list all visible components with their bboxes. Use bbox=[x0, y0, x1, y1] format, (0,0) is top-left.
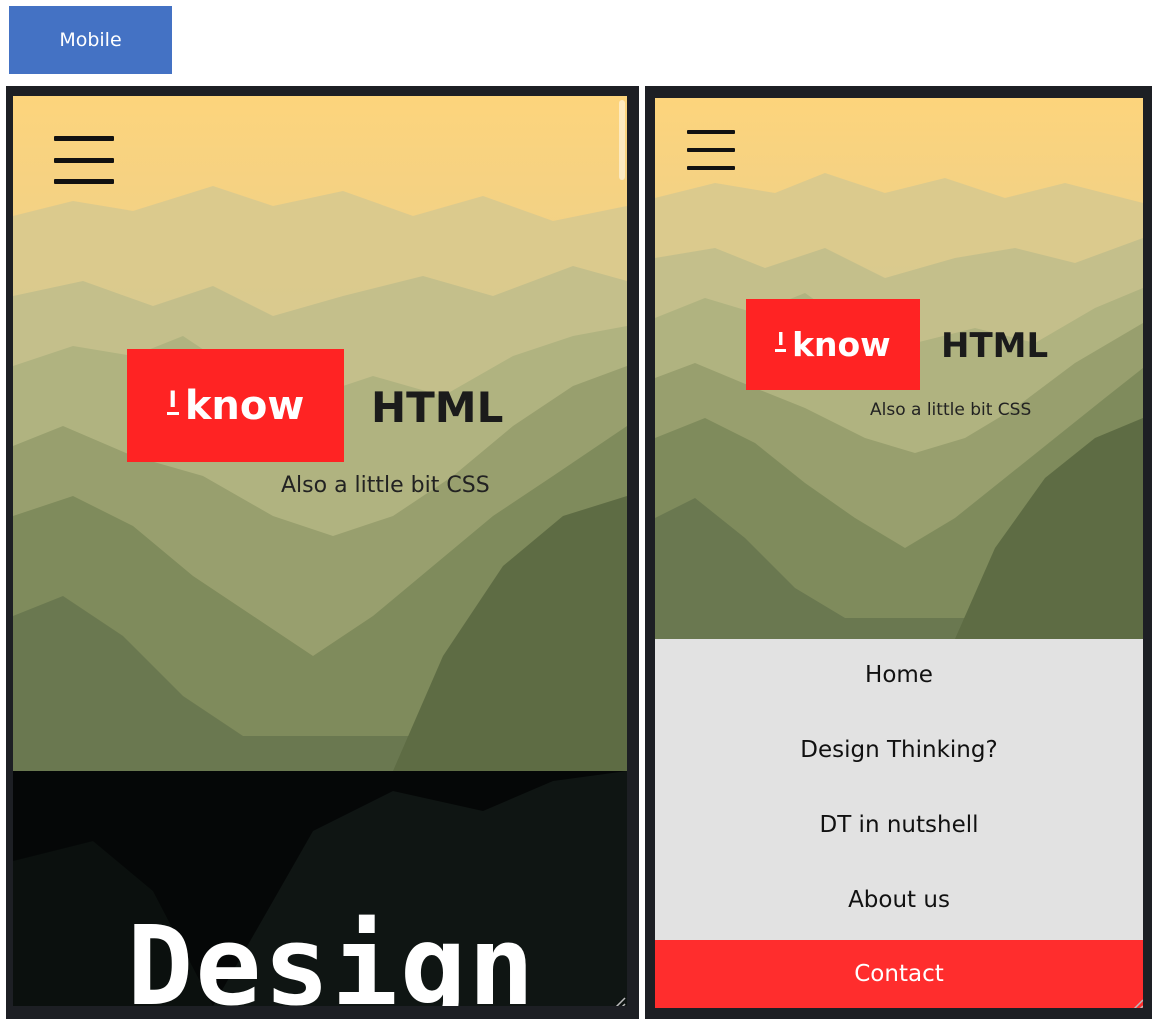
hero-title: HTML bbox=[371, 383, 504, 432]
logo-word: know bbox=[792, 325, 891, 364]
i-know-logo: I know bbox=[746, 299, 920, 390]
hamburger-line bbox=[54, 179, 114, 184]
left-phone-viewport[interactable]: I know HTML Also a little bit CSS Design bbox=[13, 96, 627, 1006]
i-know-logo: I know bbox=[127, 349, 344, 462]
hero-title: HTML bbox=[941, 326, 1049, 366]
logo-word: know bbox=[184, 382, 305, 429]
hamburger-line bbox=[54, 157, 114, 163]
hamburger-line bbox=[687, 130, 735, 134]
resize-handle-icon[interactable] bbox=[603, 994, 627, 1006]
hamburger-menu-icon[interactable] bbox=[687, 130, 735, 170]
hero-section: I know HTML Also a little bit CSS bbox=[13, 96, 627, 771]
hero-subtitle: Also a little bit CSS bbox=[281, 473, 490, 498]
nav-item-home[interactable]: Home bbox=[655, 662, 1143, 688]
mobile-nav-menu: Home Design Thinking? DT in nutshell Abo… bbox=[655, 639, 1143, 940]
hamburger-menu-icon[interactable] bbox=[54, 136, 114, 184]
nav-item-design-thinking[interactable]: Design Thinking? bbox=[655, 737, 1143, 763]
resize-handle-icon[interactable] bbox=[1121, 996, 1143, 1008]
section-heading: Design bbox=[127, 902, 537, 1006]
right-phone-frame: I know HTML Also a little bit CSS Home D… bbox=[645, 86, 1152, 1019]
hero-subtitle: Also a little bit CSS bbox=[870, 400, 1032, 420]
left-phone-frame: I know HTML Also a little bit CSS Design bbox=[6, 86, 639, 1019]
contact-label: Contact bbox=[854, 961, 944, 987]
nav-item-contact[interactable]: Contact bbox=[655, 940, 1143, 1008]
right-phone-viewport[interactable]: I know HTML Also a little bit CSS Home D… bbox=[655, 98, 1143, 1008]
hamburger-line bbox=[54, 136, 114, 141]
scrollbar-thumb[interactable] bbox=[619, 100, 625, 180]
mobile-label-badge: Mobile bbox=[9, 6, 172, 74]
hamburger-line bbox=[687, 166, 735, 170]
hero-section: I know HTML Also a little bit CSS bbox=[655, 98, 1143, 639]
logo-i-mark: I bbox=[775, 330, 787, 353]
nav-item-dt-in-nutshell[interactable]: DT in nutshell bbox=[655, 812, 1143, 838]
mobile-label-text: Mobile bbox=[59, 29, 122, 51]
hamburger-line bbox=[687, 148, 735, 152]
screenshot-root: Mobile I know HTML Also a little bit CSS… bbox=[0, 0, 1152, 1019]
logo-i-mark: I bbox=[166, 388, 179, 415]
nav-item-about-us[interactable]: About us bbox=[655, 887, 1143, 913]
design-section: Design bbox=[13, 771, 627, 1006]
